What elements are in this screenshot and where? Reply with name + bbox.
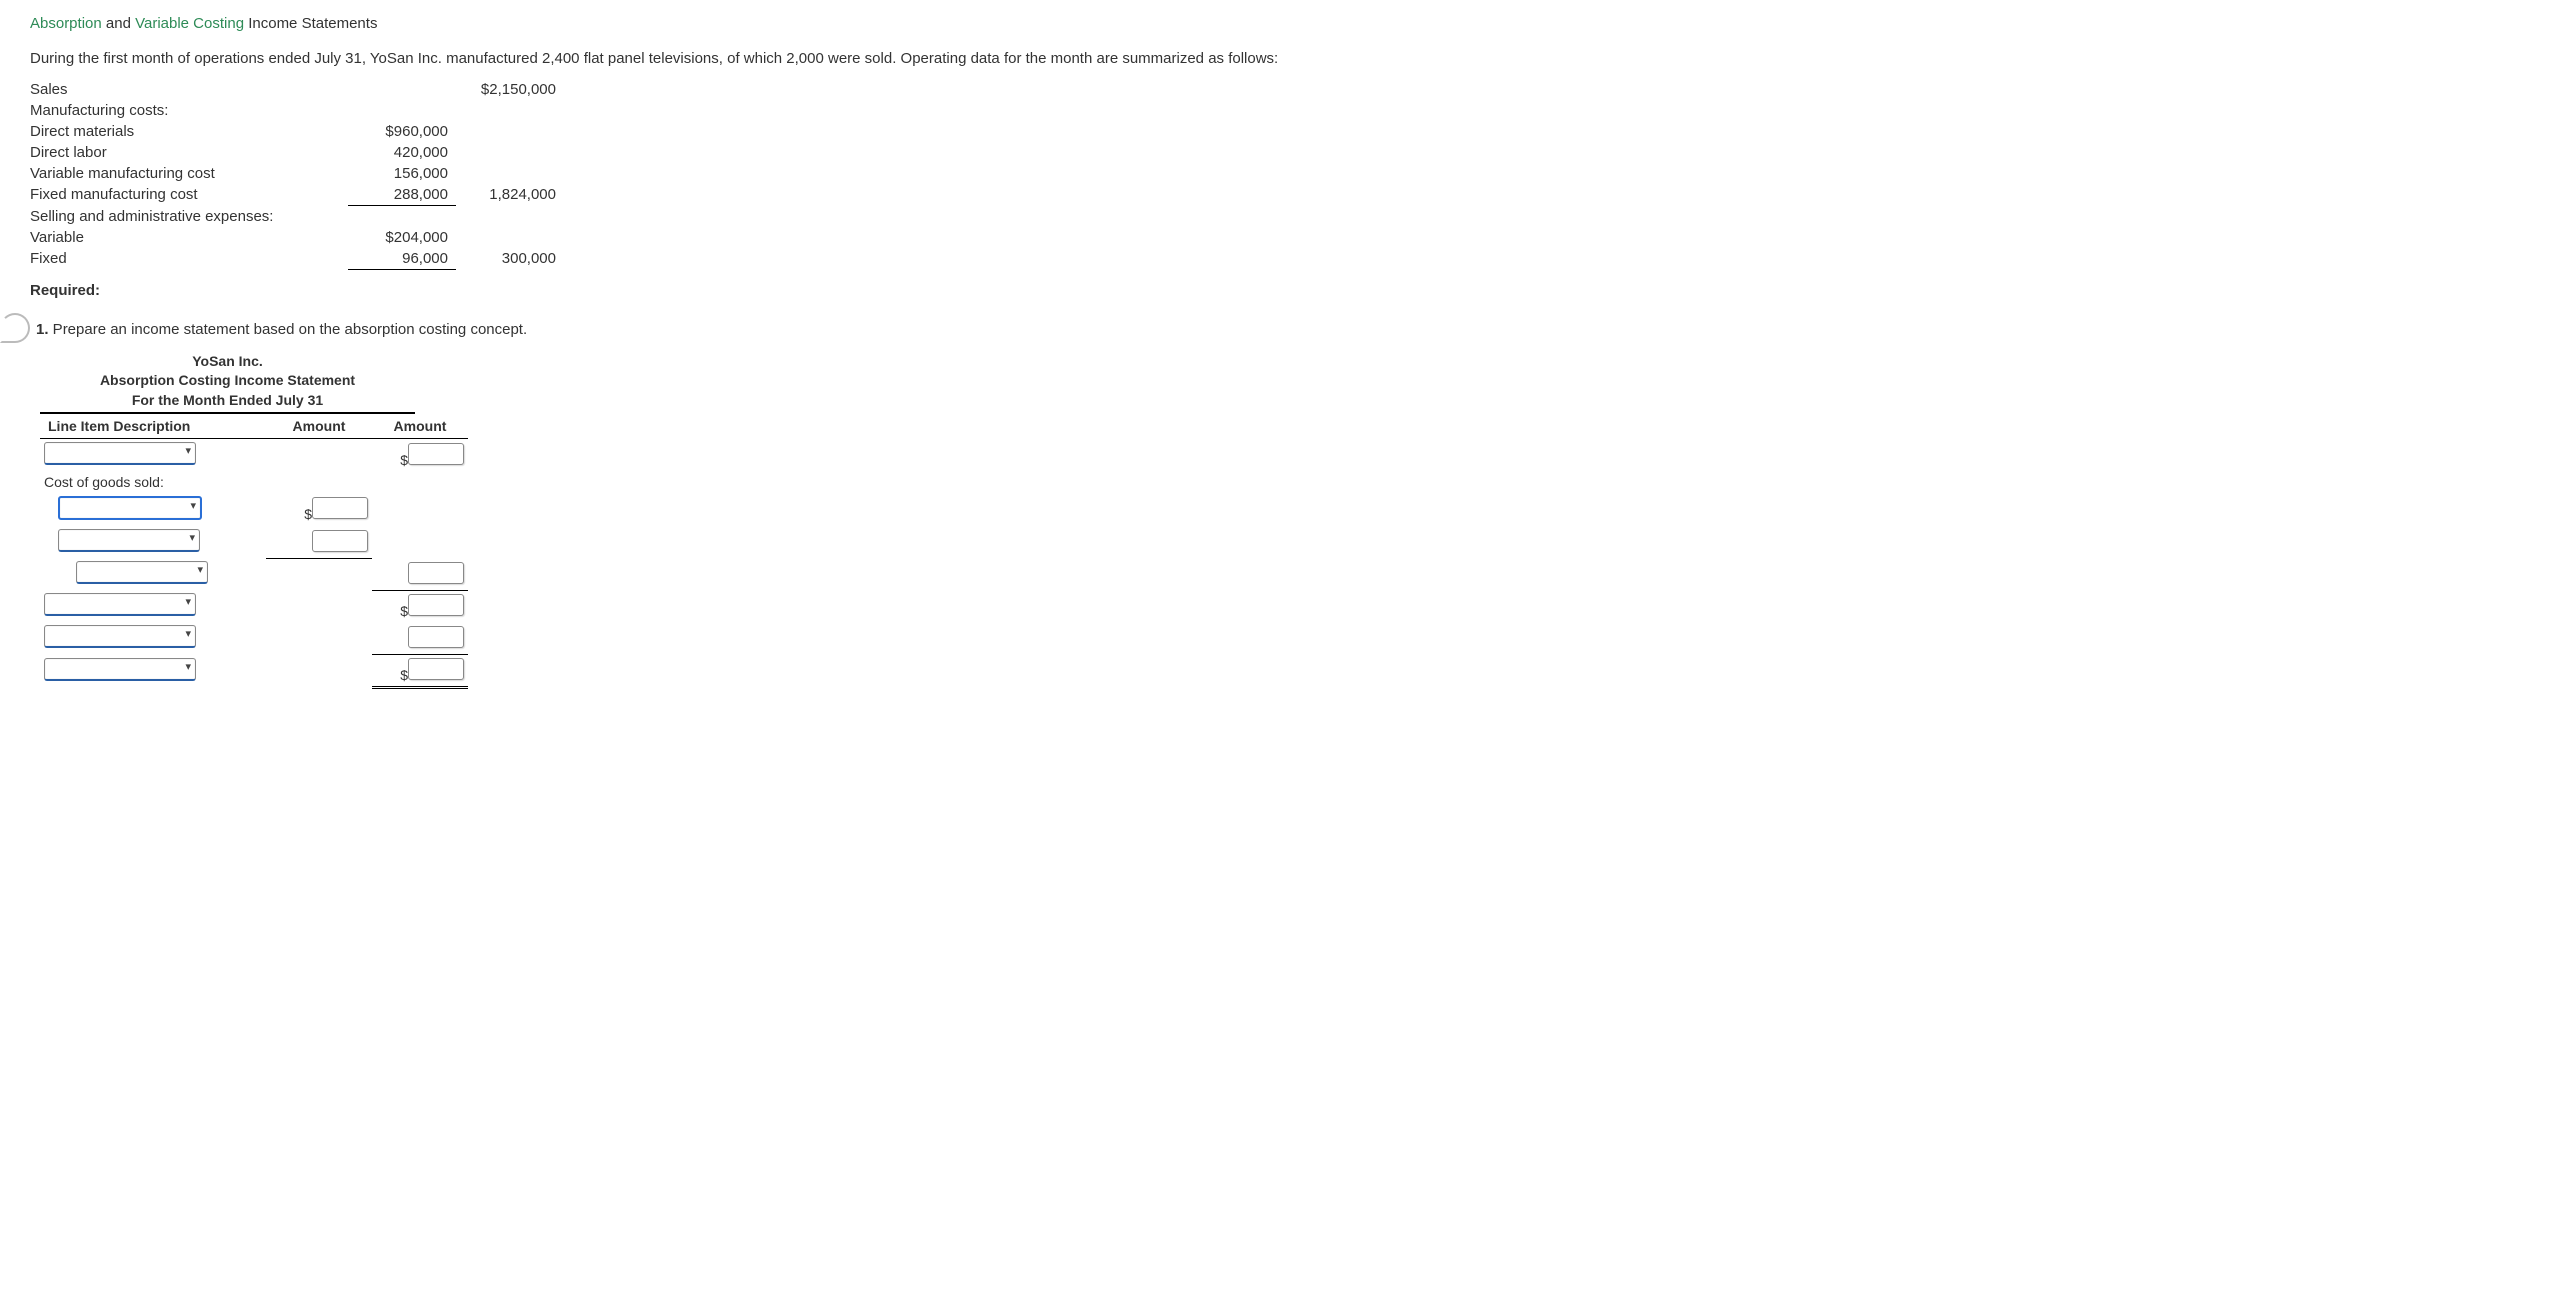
row-mfg-header: Manufacturing costs:: [30, 100, 564, 121]
fix-amount: 96,000: [348, 248, 456, 270]
var-label: Variable: [30, 227, 348, 248]
col-header-amount2: Amount: [372, 414, 468, 439]
vmc-label: Variable manufacturing cost: [30, 163, 348, 184]
vmc-amount: 156,000: [348, 163, 456, 184]
row-sales: Sales $2,150,000: [30, 79, 564, 100]
ws-row-2: $: [40, 493, 468, 526]
select-line4[interactable]: [76, 561, 208, 584]
title-and: and: [102, 15, 135, 32]
select-line1[interactable]: [44, 442, 196, 465]
input-amt1-row2[interactable]: [312, 497, 368, 519]
dollar-sign-icon: $: [398, 452, 408, 468]
row-fix: Fixed 96,000 300,000: [30, 248, 564, 270]
ws-row-7: $: [40, 654, 468, 687]
statement-header: YoSan Inc. Absorption Costing Income Sta…: [40, 352, 415, 415]
input-amt2-row5[interactable]: [408, 594, 464, 616]
row-vmc: Variable manufacturing cost 156,000: [30, 163, 564, 184]
dl-label: Direct labor: [30, 142, 348, 163]
row-dl: Direct labor 420,000: [30, 142, 564, 163]
row-fmc: Fixed manufacturing cost 288,000 1,824,0…: [30, 184, 564, 206]
dm-label: Direct materials: [30, 121, 348, 142]
ws-row-4: [40, 558, 468, 590]
input-amt2-row4[interactable]: [408, 562, 464, 584]
sa-label: Selling and administrative expenses:: [30, 206, 348, 227]
required-label: Required:: [30, 282, 2542, 299]
sa-total: 300,000: [456, 248, 564, 270]
select-line2[interactable]: [58, 496, 202, 520]
sales-label: Sales: [30, 79, 348, 100]
fix-label: Fixed: [30, 248, 348, 270]
dm-amount: $960,000: [348, 121, 456, 142]
select-line3[interactable]: [58, 529, 200, 552]
mfg-total: 1,824,000: [456, 184, 564, 206]
sales-amount: $2,150,000: [456, 79, 564, 100]
intro-text: During the first month of operations end…: [30, 50, 2542, 67]
row-var: Variable $204,000: [30, 227, 564, 248]
operating-data-table: Sales $2,150,000 Manufacturing costs: Di…: [30, 79, 564, 270]
worksheet-header-row: Line Item Description Amount Amount: [40, 414, 468, 439]
select-line5[interactable]: [44, 593, 196, 616]
q1-text: Prepare an income statement based on the…: [49, 321, 528, 338]
col-header-description: Line Item Description: [40, 414, 266, 439]
dollar-sign-icon: $: [302, 506, 312, 522]
ws-row-cogs: Cost of goods sold:: [40, 471, 468, 493]
stmt-title: Absorption Costing Income Statement: [40, 371, 415, 391]
input-amt1-row3[interactable]: [312, 530, 368, 552]
cogs-label: Cost of goods sold:: [40, 471, 266, 493]
dollar-sign-icon: $: [398, 667, 408, 683]
q1-number: 1.: [36, 321, 49, 338]
input-amt2-row6[interactable]: [408, 626, 464, 648]
fmc-amount: 288,000: [348, 184, 456, 206]
link-absorption[interactable]: Absorption: [30, 15, 102, 32]
input-amt2-row7[interactable]: [408, 658, 464, 680]
stmt-company: YoSan Inc.: [40, 352, 415, 372]
select-line6[interactable]: [44, 625, 196, 648]
question-1: 1. Prepare an income statement based on …: [36, 321, 2542, 689]
dl-amount: 420,000: [348, 142, 456, 163]
ws-row-5: $: [40, 590, 468, 622]
worksheet-table: Line Item Description Amount Amount $ Co…: [40, 414, 468, 689]
stmt-period: For the Month Ended July 31: [40, 391, 415, 411]
link-variable-costing[interactable]: Variable Costing: [135, 15, 244, 32]
fmc-label: Fixed manufacturing cost: [30, 184, 348, 206]
var-amount: $204,000: [348, 227, 456, 248]
col-header-amount1: Amount: [266, 414, 372, 439]
ws-row-3: [40, 526, 468, 558]
select-line7[interactable]: [44, 658, 196, 681]
ws-row-6: [40, 622, 468, 654]
mfg-costs-label: Manufacturing costs:: [30, 100, 348, 121]
dollar-sign-icon: $: [398, 603, 408, 619]
row-dm: Direct materials $960,000: [30, 121, 564, 142]
input-amt2-row1[interactable]: [408, 443, 464, 465]
title-rest: Income Statements: [244, 15, 377, 32]
row-sa-header: Selling and administrative expenses:: [30, 206, 564, 227]
ws-row-1: $: [40, 439, 468, 472]
question-bullet-icon: [0, 313, 30, 343]
page-title: Absorption and Variable Costing Income S…: [30, 15, 2542, 32]
